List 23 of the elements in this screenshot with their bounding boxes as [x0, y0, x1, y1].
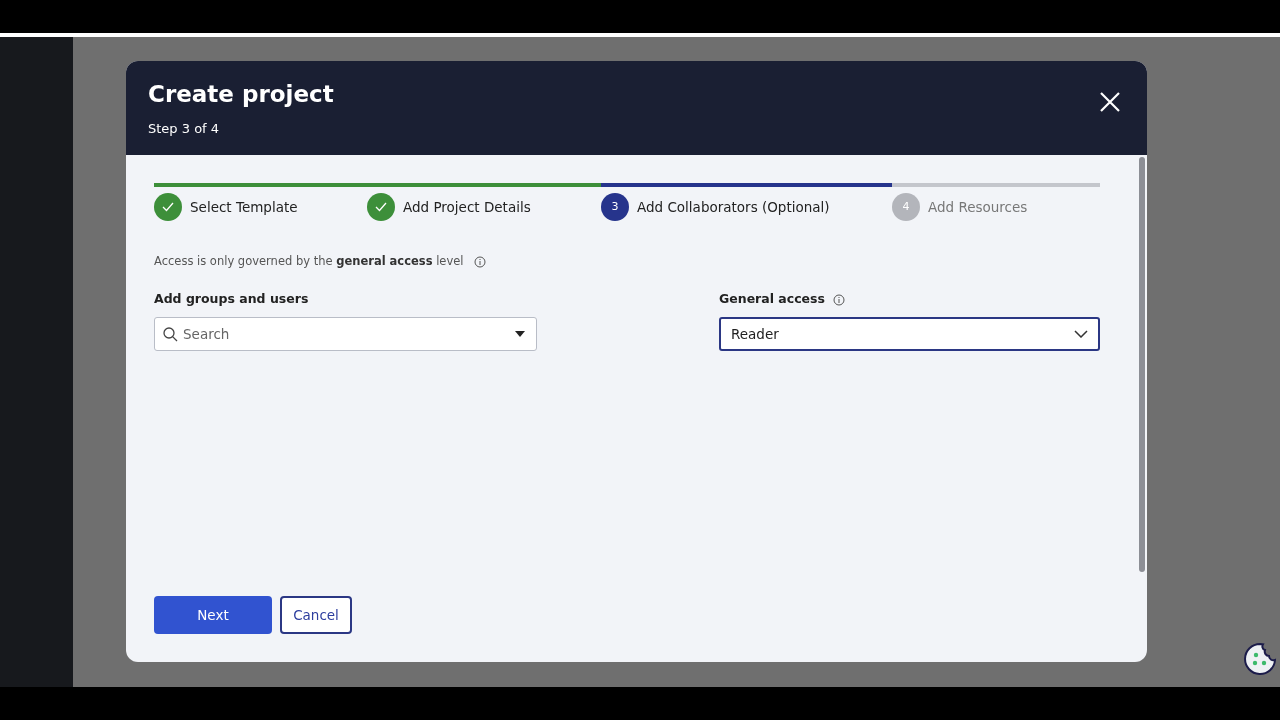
cancel-button[interactable]: Cancel — [280, 596, 352, 634]
step-label: Add Project Details — [403, 197, 531, 217]
next-button[interactable]: Next — [154, 596, 272, 634]
search-icon — [163, 327, 178, 342]
info-icon — [473, 255, 486, 268]
dialog-title: Create project — [148, 81, 334, 109]
step-number: 3 — [601, 193, 629, 221]
info-icon — [832, 293, 845, 306]
search-field[interactable]: Search — [154, 317, 537, 351]
step-number: 4 — [892, 193, 920, 221]
cookie-icon[interactable] — [1242, 641, 1278, 677]
step-label: Add Resources — [928, 197, 1028, 217]
field-label: Add groups and users — [154, 290, 310, 309]
step-label: Select Template — [190, 197, 298, 217]
step-label: Add Collaborators (Optional) — [637, 197, 830, 217]
close-icon — [1099, 90, 1121, 113]
step-counter: Step 3 of 4 — [148, 119, 221, 138]
access-dropdown[interactable]: Reader — [719, 317, 1100, 351]
caret-icon — [515, 331, 525, 337]
info-text: Access is only governed by the general access level — [154, 253, 464, 270]
chevron-down-icon — [1074, 330, 1088, 338]
field-label: General access — [719, 290, 825, 309]
scrollbar[interactable] — [1139, 157, 1145, 572]
